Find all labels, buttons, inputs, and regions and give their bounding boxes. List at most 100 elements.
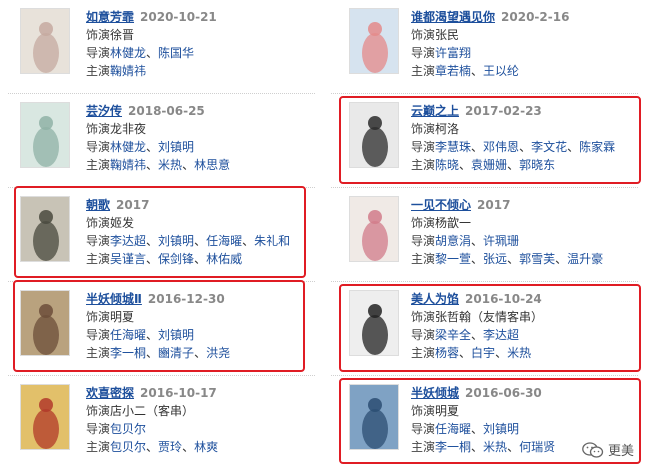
cast-name-link[interactable]: 黎一萱 xyxy=(435,252,471,266)
title-line: 半妖倾城Ⅱ 2016-12-30 xyxy=(86,290,230,308)
movie-title-link[interactable]: 芸汐传 xyxy=(86,104,122,118)
separator: 、 xyxy=(471,234,484,248)
director-name-link[interactable]: 刘镇明 xyxy=(483,422,519,436)
separator: 、 xyxy=(507,158,520,172)
director-name-link[interactable]: 陈国华 xyxy=(158,46,194,60)
movie-poster[interactable] xyxy=(349,290,399,356)
cast-name-link[interactable]: 洪尧 xyxy=(206,346,230,360)
cast-name-link[interactable]: 温升豪 xyxy=(567,252,603,266)
director-name-link[interactable]: 林健龙 xyxy=(110,46,146,60)
cast-name-link[interactable]: 米热 xyxy=(158,158,182,172)
movie-title-link[interactable]: 如意芳霏 xyxy=(86,10,134,24)
director-name-link[interactable]: 梁辛全 xyxy=(435,328,471,342)
cast-name-link[interactable]: 章若楠 xyxy=(435,64,471,78)
watermark-text: 更美 xyxy=(607,444,634,459)
cast-name-link[interactable]: 米热 xyxy=(483,440,507,454)
movie-info: 美人为馅 2016-10-24 饰演张哲翰（友情客串） 导演梁辛全、李达超 主演杨蓉、白… xyxy=(411,290,543,362)
cast-name-link[interactable]: 王以纶 xyxy=(483,64,519,78)
cast-name-link[interactable]: 林佑威 xyxy=(206,252,242,266)
cast-name-link[interactable]: 郭晓东 xyxy=(519,158,555,172)
movie-poster[interactable] xyxy=(349,384,399,450)
cast-name-link[interactable]: 杨蓉 xyxy=(435,346,459,360)
cast-name-link[interactable]: 林思意 xyxy=(194,158,230,172)
cast-name-link[interactable]: 郭雪芙 xyxy=(519,252,555,266)
movie-title-link[interactable]: 半妖倾城 xyxy=(411,386,459,400)
movie-title-link[interactable]: 一见不倾心 xyxy=(411,198,471,212)
movie-poster[interactable] xyxy=(20,102,70,168)
cast-name-link[interactable]: 陈晓 xyxy=(435,158,459,172)
movie-title-link[interactable]: 半妖倾城Ⅱ xyxy=(86,292,142,306)
cast-name-link[interactable]: 张远 xyxy=(483,252,507,266)
role-line: 饰演张民 xyxy=(411,26,569,44)
cast-line: 主演鞠婧祎 xyxy=(86,62,217,80)
director-name-link[interactable]: 胡意涓 xyxy=(435,234,471,248)
cast-name-link[interactable]: 保剑锋 xyxy=(158,252,194,266)
director-name-link[interactable]: 李文花 xyxy=(531,140,567,154)
movie-poster[interactable] xyxy=(349,8,399,74)
cast-name-link[interactable]: 袁姗姗 xyxy=(471,158,507,172)
cast-label: 主演 xyxy=(86,158,111,172)
movie-poster[interactable] xyxy=(349,196,399,262)
director-label: 导演 xyxy=(411,46,436,60)
movie-title-link[interactable]: 朝歌 xyxy=(86,198,110,212)
movie-card: 一见不倾心 2017 饰演杨歆一 导演胡意涓、许珮珊 主演黎一萱、张远、郭雪芙、温升豪 xyxy=(323,188,646,282)
cast-name-link[interactable]: 豳清子 xyxy=(158,346,194,360)
separator: 、 xyxy=(507,252,520,266)
director-name-link[interactable]: 许富翔 xyxy=(435,46,471,60)
role-label: 饰演 xyxy=(411,28,436,42)
director-line: 导演林健龙、刘镇明 xyxy=(86,138,230,156)
director-name-link[interactable]: 陈家霖 xyxy=(579,140,615,154)
director-name-link[interactable]: 邓伟恩 xyxy=(483,140,519,154)
cast-name-link[interactable]: 包贝尔 xyxy=(110,440,146,454)
cast-label: 主演 xyxy=(411,440,436,454)
movie-poster[interactable] xyxy=(20,196,70,262)
director-name-link[interactable]: 刘镇明 xyxy=(158,328,194,342)
cast-name-link[interactable]: 白宇 xyxy=(471,346,495,360)
movie-info: 半妖倾城 2016-06-30 饰演明夏 导演任海曜、刘镇明 主演李一桐、米热、何瑞贤 xyxy=(411,384,555,456)
cast-name-link[interactable]: 何瑞贤 xyxy=(519,440,555,454)
director-name-link[interactable]: 任海曜 xyxy=(206,234,242,248)
cast-name-link[interactable]: 林爽 xyxy=(194,440,218,454)
director-name-link[interactable]: 刘镇明 xyxy=(158,234,194,248)
movie-poster[interactable] xyxy=(20,384,70,450)
cast-name-link[interactable]: 吴谨言 xyxy=(110,252,146,266)
release-date: 2018-06-25 xyxy=(128,104,205,118)
role-name: 店小二（客串） xyxy=(110,404,195,418)
director-line: 导演李慧珠、邓伟恩、李文花、陈家霖 xyxy=(411,138,615,156)
right-column: 谁都渴望遇见你 2020-2-16 饰演张民 导演许富翔 主演章若楠、王以纶 云巅之上 20… xyxy=(323,0,646,469)
director-name-link[interactable]: 任海曜 xyxy=(435,422,471,436)
director-name-link[interactable]: 李达超 xyxy=(483,328,519,342)
role-label: 饰演 xyxy=(86,28,111,42)
separator: 、 xyxy=(507,440,520,454)
movie-poster[interactable] xyxy=(20,8,70,74)
separator: 、 xyxy=(242,234,255,248)
director-name-link[interactable]: 林健龙 xyxy=(110,140,146,154)
cast-name-link[interactable]: 鞠婧祎 xyxy=(110,64,146,78)
movie-card: 朝歌 2017 饰演姬发 导演李达超、刘镇明、任海曜、朱礼和 主演吴谨言、保剑锋、林佑威 xyxy=(0,186,323,282)
cast-name-link[interactable]: 李一桐 xyxy=(435,440,471,454)
movie-poster[interactable] xyxy=(349,102,399,168)
cast-name-link[interactable]: 米热 xyxy=(507,346,531,360)
movie-title-link[interactable]: 云巅之上 xyxy=(411,104,459,118)
director-name-link[interactable]: 李慧珠 xyxy=(435,140,471,154)
separator: 、 xyxy=(471,140,484,154)
separator: 、 xyxy=(459,158,472,172)
movie-title-link[interactable]: 谁都渴望遇见你 xyxy=(411,10,495,24)
director-name-link[interactable]: 刘镇明 xyxy=(158,140,194,154)
cast-label: 主演 xyxy=(86,440,111,454)
director-name-link[interactable]: 朱礼和 xyxy=(254,234,290,248)
cast-name-link[interactable]: 鞠婧祎 xyxy=(110,158,146,172)
director-name-link[interactable]: 李达超 xyxy=(110,234,146,248)
separator: 、 xyxy=(182,158,195,172)
cast-name-link[interactable]: 李一桐 xyxy=(110,346,146,360)
director-line: 导演任海曜、刘镇明 xyxy=(411,420,555,438)
director-name-link[interactable]: 任海曜 xyxy=(110,328,146,342)
director-name-link[interactable]: 包贝尔 xyxy=(110,422,146,436)
director-line: 导演任海曜、刘镇明 xyxy=(86,326,230,344)
cast-name-link[interactable]: 贾玲 xyxy=(158,440,182,454)
cast-line: 主演吴谨言、保剑锋、林佑威 xyxy=(86,250,290,268)
movie-title-link[interactable]: 美人为馅 xyxy=(411,292,459,306)
movie-poster[interactable] xyxy=(20,290,70,356)
movie-title-link[interactable]: 欢喜密探 xyxy=(86,386,134,400)
director-name-link[interactable]: 许珮珊 xyxy=(483,234,519,248)
